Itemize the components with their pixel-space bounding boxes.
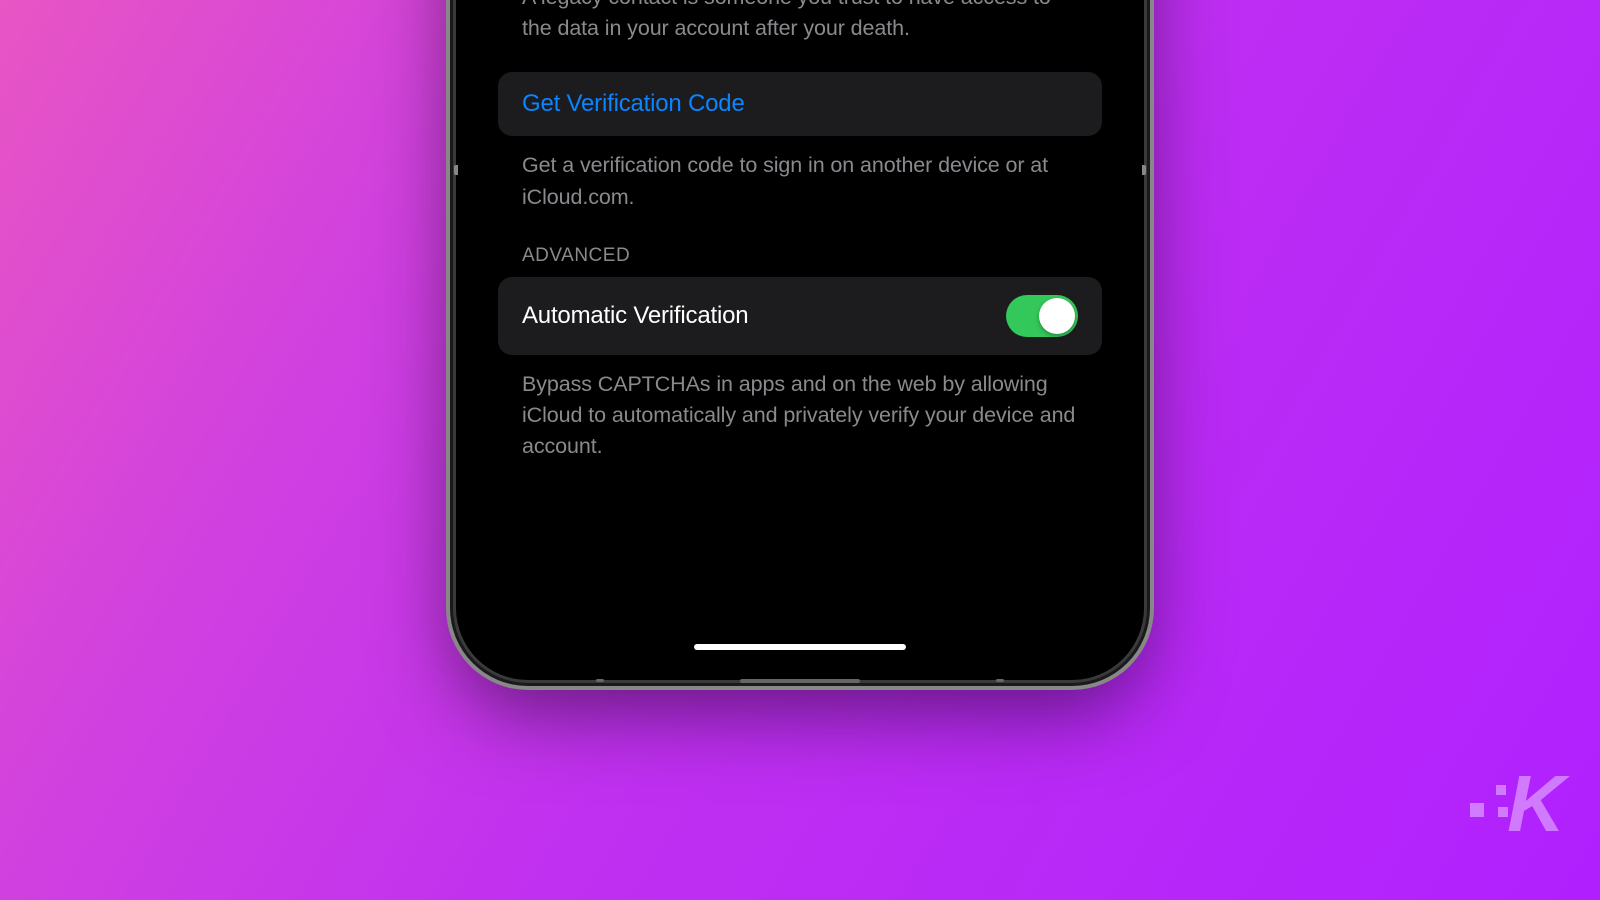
automatic-verification-row: Automatic Verification <box>498 277 1102 355</box>
home-indicator[interactable] <box>694 644 906 650</box>
automatic-verification-footer: Bypass CAPTCHAs in apps and on the web b… <box>498 369 1102 463</box>
phone-side-button <box>454 165 458 175</box>
phone-side-button <box>1142 165 1146 175</box>
legacy-contact-footer: A legacy contact is someone you trust to… <box>498 0 1102 44</box>
verification-code-footer: Get a verification code to sign in on an… <box>498 150 1102 212</box>
get-verification-code-button[interactable]: Get Verification Code <box>498 72 1102 136</box>
phone-speaker <box>996 679 1004 682</box>
phone-frame: A legacy contact is someone you trust to… <box>456 0 1144 680</box>
phone-speaker <box>596 679 604 682</box>
phone-screen: A legacy contact is someone you trust to… <box>474 0 1126 662</box>
watermark-logo: K <box>1507 758 1560 850</box>
automatic-verification-toggle[interactable] <box>1006 295 1078 337</box>
toggle-knob <box>1039 298 1075 334</box>
automatic-verification-label: Automatic Verification <box>522 302 748 330</box>
phone-port <box>740 679 860 683</box>
advanced-section-header: ADVANCED <box>498 245 1102 267</box>
